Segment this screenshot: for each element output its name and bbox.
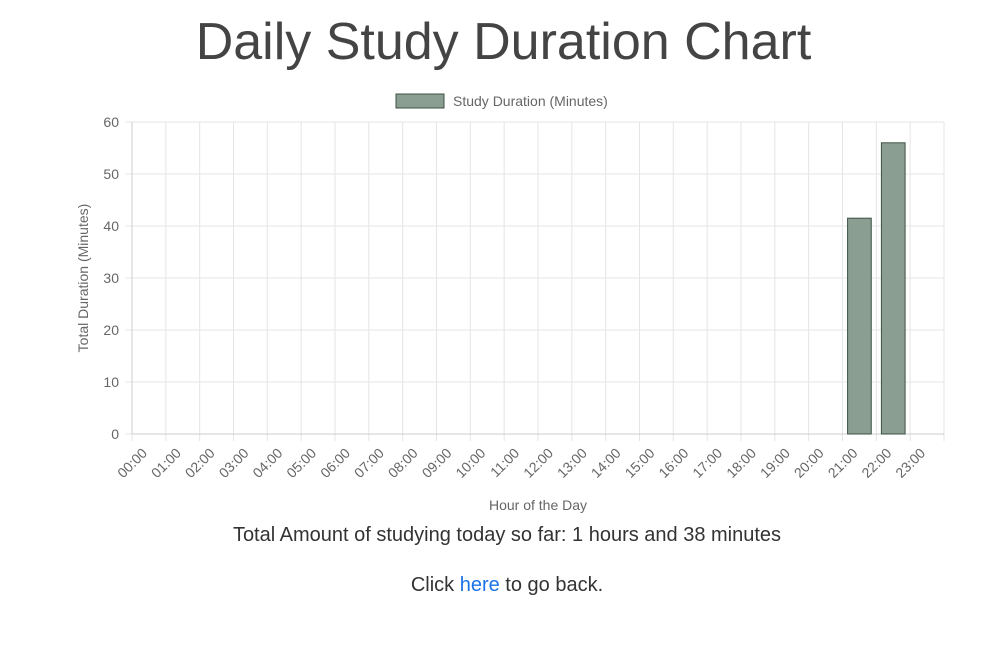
x-tick-label: 11:00 <box>487 445 523 481</box>
y-tick-label: 50 <box>103 166 119 182</box>
y-axis-ticks: 0 10 20 30 40 50 60 <box>103 114 132 442</box>
y-tick-label: 0 <box>111 426 119 442</box>
y-axis-label: Total Duration (Minutes) <box>75 204 91 353</box>
back-prefix: Click <box>410 574 460 596</box>
bar-22:00[interactable] <box>880 142 906 435</box>
x-tick-label: 01:00 <box>148 445 184 481</box>
x-tick-label: 18:00 <box>723 445 759 481</box>
x-tick-label: 10:00 <box>452 445 488 481</box>
x-tick-label: 23:00 <box>892 445 928 481</box>
x-tick-label: 14:00 <box>588 445 624 481</box>
x-tick-label: 00:00 <box>114 445 150 481</box>
y-tick-label: 40 <box>103 218 119 234</box>
x-tick-label: 05:00 <box>283 445 319 481</box>
y-tick-label: 20 <box>103 322 119 338</box>
back-link[interactable]: here <box>460 574 500 596</box>
x-tick-label: 07:00 <box>351 445 387 481</box>
legend-swatch <box>395 93 445 109</box>
x-tick-label: 03:00 <box>216 445 252 481</box>
x-tick-label: 17:00 <box>689 445 725 481</box>
back-line: Click here to go back. <box>0 573 1007 597</box>
x-tick-label: 16:00 <box>655 445 691 481</box>
x-tick-label: 20:00 <box>791 445 827 481</box>
x-axis-ticks: 00:0001:0002:0003:0004:0005:0006:0007:00… <box>114 445 928 481</box>
x-tick-label: 21:00 <box>825 445 861 481</box>
x-tick-label: 08:00 <box>385 445 421 481</box>
x-tick-label: 09:00 <box>419 445 455 481</box>
y-tick-label: 60 <box>103 114 119 130</box>
bar-21:00[interactable] <box>847 217 872 435</box>
y-tick-label: 10 <box>103 374 119 390</box>
study-duration-chart: Study Duration (Minutes) 0 10 20 30 40 50 60 0… <box>75 93 945 513</box>
x-tick-label: 04:00 <box>249 445 285 481</box>
y-tick-label: 30 <box>103 270 119 286</box>
x-tick-label: 19:00 <box>757 445 793 481</box>
x-axis-label: Hour of the Day <box>489 497 587 513</box>
x-tick-label: 06:00 <box>317 445 353 481</box>
legend-label: Study Duration (Minutes) <box>453 93 608 109</box>
back-suffix: to go back. <box>499 574 604 596</box>
x-tick-label: 15:00 <box>622 445 658 481</box>
chart-grid <box>131 121 945 441</box>
x-tick-label: 12:00 <box>520 445 556 481</box>
x-tick-label: 13:00 <box>554 445 590 481</box>
study-summary: Total Amount of studying today so far: 1… <box>232 524 782 546</box>
x-tick-label: 22:00 <box>858 445 894 481</box>
chart-legend[interactable]: Study Duration (Minutes) <box>395 93 608 109</box>
x-tick-label: 02:00 <box>182 445 218 481</box>
